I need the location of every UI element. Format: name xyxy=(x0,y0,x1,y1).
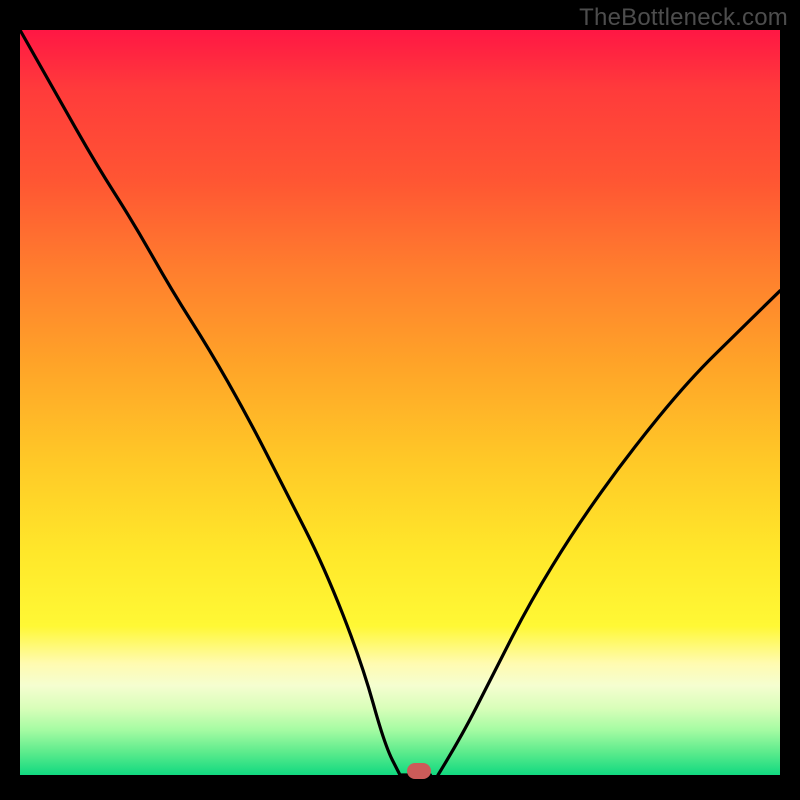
watermark-text: TheBottleneck.com xyxy=(579,4,788,32)
min-point-marker xyxy=(407,763,431,779)
chart-frame: TheBottleneck.com xyxy=(0,0,800,800)
curve-svg xyxy=(20,30,780,775)
plot-area xyxy=(20,30,780,775)
right-branch-path xyxy=(438,291,780,775)
left-branch-path xyxy=(20,30,430,775)
